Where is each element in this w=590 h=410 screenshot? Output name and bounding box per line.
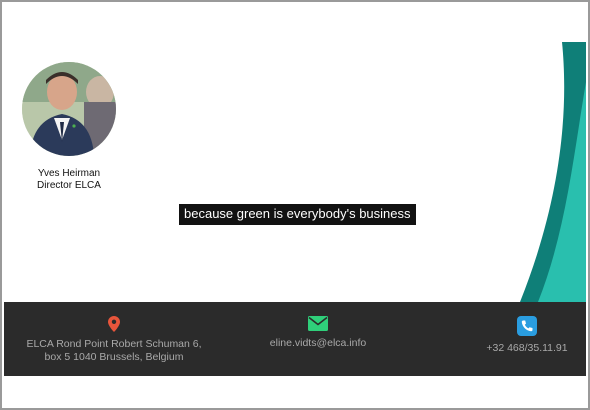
address-contact: ELCA Rond Point Robert Schuman 6, box 5 … (18, 316, 210, 364)
email-link[interactable]: eline.vidts@elca.info (248, 337, 388, 350)
address-line-2: box 5 1040 Brussels, Belgium (44, 351, 184, 363)
speaker-role: Director ELCA (37, 180, 101, 191)
teal-swoosh-decoration (520, 42, 586, 302)
presentation-slide: Yves Heirman Director ELCA because green… (4, 4, 586, 376)
video-caption: because green is everybody's business (179, 204, 416, 225)
speaker-name-block: Yves Heirman Director ELCA (24, 168, 114, 192)
speaker-name: Yves Heirman (37, 168, 101, 179)
location-pin-icon (108, 316, 120, 332)
video-frame: Yves Heirman Director ELCA because green… (0, 0, 590, 410)
avatar (22, 62, 116, 156)
contact-footer: ELCA Rond Point Robert Schuman 6, box 5 … (4, 302, 586, 376)
phone-icon (517, 316, 537, 336)
envelope-icon (308, 316, 328, 331)
person-photo (22, 62, 116, 156)
blank-strip (2, 376, 588, 408)
phone-contact: +32 468/35.11.91 (474, 316, 580, 355)
phone-number[interactable]: +32 468/35.11.91 (474, 342, 580, 355)
email-contact: eline.vidts@elca.info (248, 316, 388, 350)
address-line-1: ELCA Rond Point Robert Schuman 6, (26, 338, 202, 350)
